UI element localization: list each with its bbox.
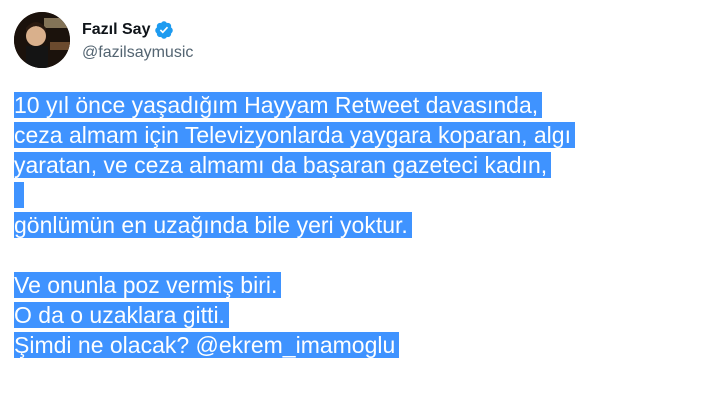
tweet-line-8: O da o uzaklara gitti. xyxy=(14,300,694,330)
mention-link[interactable]: @ekrem_imamoglu xyxy=(196,332,396,358)
tweet-text: 10 yıl önce yaşadığım Hayyam Retweet dav… xyxy=(14,90,694,360)
tweet-line-3: yaratan, ve ceza almamı da başaran gazet… xyxy=(14,150,694,180)
verified-badge-icon xyxy=(154,20,174,40)
avatar[interactable] xyxy=(14,12,70,68)
tweet-line-6 xyxy=(14,240,694,270)
tweet-line-7: Ve onunla poz vermiş biri. xyxy=(14,270,694,300)
tweet-line-1: 10 yıl önce yaşadığım Hayyam Retweet dav… xyxy=(14,90,694,120)
tweet-line-2: ceza almam için Televizyonlarda yaygara … xyxy=(14,120,694,150)
tweet-line-5: gönlümün en uzağında bile yeri yoktur. xyxy=(14,210,694,240)
tweet-line-9: Şimdi ne olacak? @ekrem_imamoglu xyxy=(14,330,694,360)
tweet-line-4 xyxy=(14,180,694,210)
display-name[interactable]: Fazıl Say xyxy=(82,21,150,39)
tweet-line-9-text: Şimdi ne olacak? xyxy=(14,332,190,358)
tweet-author-header: Fazıl Say @fazilsaymusic xyxy=(14,12,193,68)
user-handle[interactable]: @fazilsaymusic xyxy=(82,44,193,62)
